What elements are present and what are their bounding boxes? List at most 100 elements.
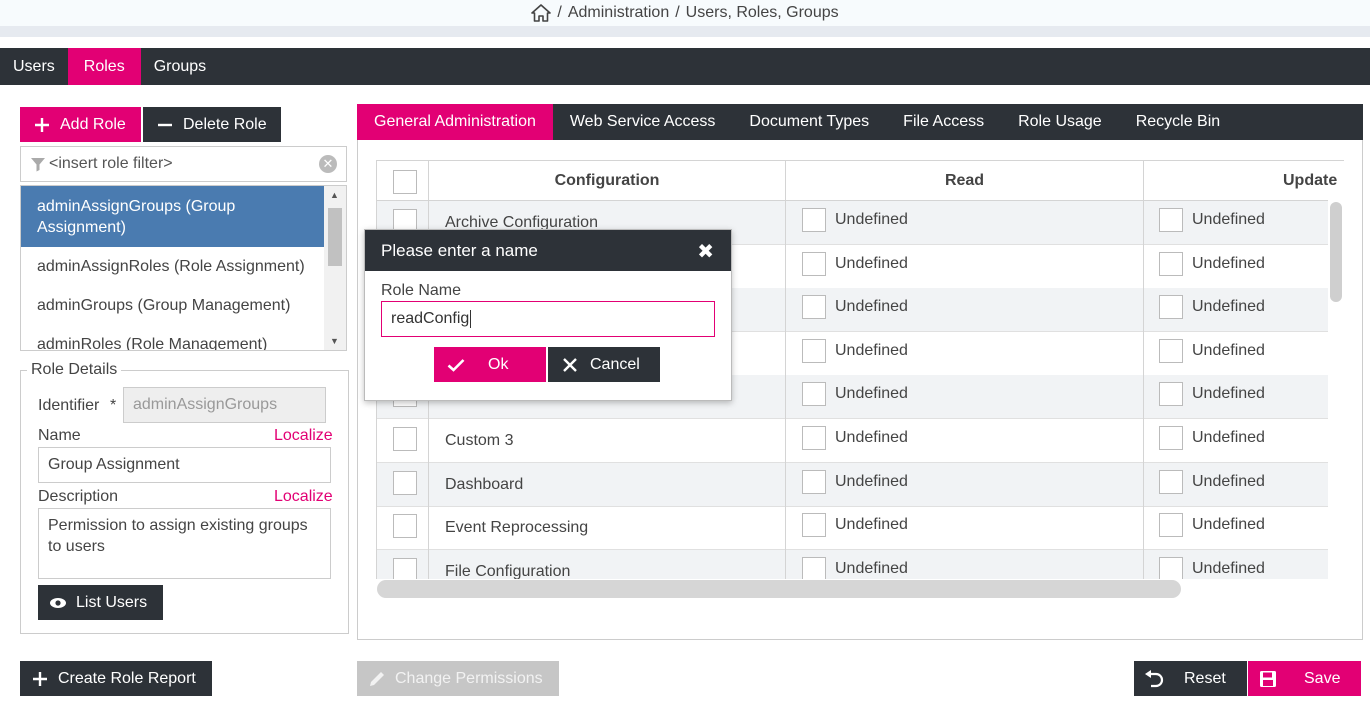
description-localize-link[interactable]: Localize bbox=[274, 488, 333, 506]
row-configuration-name: Custom 3 bbox=[445, 432, 514, 449]
role-list-item[interactable]: adminAssignRoles (Role Assignment) bbox=[21, 247, 325, 286]
pencil-icon bbox=[367, 670, 387, 688]
update-checkbox[interactable] bbox=[1159, 208, 1183, 232]
breadcrumb: / Administration / Users, Roles, Groups bbox=[531, 4, 839, 22]
read-checkbox[interactable] bbox=[802, 295, 826, 320]
update-checkbox[interactable] bbox=[1159, 295, 1183, 320]
identifier-label: Identifier bbox=[38, 397, 100, 414]
breadcrumb-current: Users, Roles, Groups bbox=[685, 4, 839, 21]
read-checkbox[interactable] bbox=[802, 208, 826, 232]
role-list-item[interactable]: adminRoles (Role Management) bbox=[21, 325, 325, 350]
main-tab-bar: Users Roles Groups bbox=[0, 48, 1370, 85]
name-field[interactable]: Group Assignment bbox=[38, 447, 331, 483]
role-details-legend: Role Details bbox=[31, 361, 118, 378]
table-row: Event Reprocessing Undefined Undefined bbox=[377, 506, 1344, 551]
update-state: Undefined bbox=[1192, 559, 1265, 577]
create-role-report-button[interactable]: Create Role Report bbox=[20, 661, 212, 696]
home-icon[interactable] bbox=[531, 4, 552, 22]
read-checkbox[interactable] bbox=[802, 382, 826, 407]
update-checkbox[interactable] bbox=[1159, 556, 1183, 579]
role-list-item[interactable]: adminGroups (Group Management) bbox=[21, 286, 325, 325]
update-checkbox[interactable] bbox=[1159, 338, 1183, 363]
save-label: Save bbox=[1304, 669, 1341, 687]
role-list-item[interactable]: adminAssignGroups (Group Assignment) bbox=[21, 186, 325, 247]
delete-role-button[interactable]: Delete Role bbox=[143, 107, 281, 142]
list-users-label: List Users bbox=[76, 593, 148, 611]
read-state: Undefined bbox=[835, 211, 908, 228]
grid-horizontal-scrollbar[interactable] bbox=[377, 580, 1181, 598]
update-checkbox[interactable] bbox=[1159, 513, 1183, 538]
ok-button[interactable]: Ok bbox=[434, 347, 546, 382]
list-users-button[interactable]: List Users bbox=[38, 585, 163, 620]
role-filter-input[interactable]: <insert role filter> bbox=[49, 155, 173, 173]
read-checkbox[interactable] bbox=[802, 251, 826, 276]
read-checkbox[interactable] bbox=[802, 556, 826, 579]
eye-icon bbox=[48, 597, 68, 609]
role-filter[interactable]: <insert role filter> ✕ bbox=[20, 146, 347, 182]
row-select-checkbox[interactable] bbox=[393, 427, 417, 451]
minus-icon bbox=[155, 117, 175, 133]
update-state: Undefined bbox=[1192, 211, 1265, 228]
identifier-field: adminAssignGroups bbox=[123, 387, 326, 423]
description-field[interactable]: Permission to assign existing groups to … bbox=[38, 508, 331, 579]
row-select-checkbox[interactable] bbox=[393, 514, 417, 539]
column-header-update[interactable]: Update bbox=[1283, 161, 1344, 201]
tab-file-access[interactable]: File Access bbox=[886, 104, 1001, 140]
update-checkbox[interactable] bbox=[1159, 382, 1183, 407]
row-select-checkbox[interactable] bbox=[393, 557, 417, 579]
read-checkbox[interactable] bbox=[802, 513, 826, 538]
tab-role-usage[interactable]: Role Usage bbox=[1001, 104, 1119, 140]
name-localize-link[interactable]: Localize bbox=[274, 427, 333, 445]
scrollbar-thumb[interactable] bbox=[1330, 202, 1342, 302]
row-select-checkbox[interactable] bbox=[393, 470, 417, 495]
read-checkbox[interactable] bbox=[802, 469, 826, 494]
update-state: Undefined bbox=[1192, 341, 1265, 359]
tab-users[interactable]: Users bbox=[0, 48, 68, 85]
update-checkbox[interactable] bbox=[1159, 251, 1183, 276]
dialog-title: Please enter a name bbox=[381, 240, 538, 260]
reset-label: Reset bbox=[1184, 669, 1226, 687]
read-state: Undefined bbox=[835, 298, 908, 316]
scroll-up-icon[interactable]: ▲ bbox=[330, 190, 339, 200]
change-permissions-button[interactable]: Change Permissions bbox=[357, 661, 559, 696]
select-all-checkbox[interactable] bbox=[393, 170, 417, 194]
role-list-scrollbar[interactable]: ▲ ▼ bbox=[324, 186, 346, 350]
table-row: File Configuration Undefined Undefined bbox=[377, 549, 1344, 579]
read-checkbox[interactable] bbox=[802, 426, 826, 450]
tab-groups[interactable]: Groups bbox=[141, 48, 219, 85]
plus-icon bbox=[32, 117, 52, 133]
scroll-down-icon[interactable]: ▼ bbox=[330, 336, 339, 346]
update-checkbox[interactable] bbox=[1159, 469, 1183, 494]
read-state: Undefined bbox=[835, 254, 908, 272]
update-checkbox[interactable] bbox=[1159, 426, 1183, 450]
tab-roles[interactable]: Roles bbox=[67, 48, 141, 85]
save-button[interactable]: Save bbox=[1248, 661, 1361, 696]
row-configuration-name: Event Reprocessing bbox=[445, 519, 589, 537]
read-state: Undefined bbox=[835, 385, 908, 403]
scrollbar-thumb[interactable] bbox=[328, 208, 342, 266]
table-row: Custom 3 Undefined Undefined bbox=[377, 419, 1344, 463]
close-icon bbox=[560, 357, 580, 372]
read-state: Undefined bbox=[835, 429, 908, 446]
description-label: Description bbox=[38, 488, 119, 505]
tab-general-administration[interactable]: General Administration bbox=[357, 104, 553, 140]
update-state: Undefined bbox=[1192, 254, 1265, 272]
name-label: Name bbox=[38, 427, 81, 444]
add-role-button[interactable]: Add Role bbox=[20, 107, 141, 142]
required-mark: * bbox=[110, 397, 117, 414]
column-header-read[interactable]: Read bbox=[786, 161, 1143, 201]
reset-button[interactable]: Reset bbox=[1134, 661, 1247, 696]
read-checkbox[interactable] bbox=[802, 338, 826, 363]
table-row: Dashboard Undefined Undefined bbox=[377, 462, 1344, 507]
clear-filter-icon[interactable]: ✕ bbox=[319, 155, 337, 173]
tab-document-types[interactable]: Document Types bbox=[732, 104, 886, 140]
tab-recycle-bin[interactable]: Recycle Bin bbox=[1119, 104, 1237, 140]
update-state: Undefined bbox=[1192, 298, 1265, 316]
grid-vertical-scrollbar[interactable] bbox=[1328, 200, 1344, 579]
tab-web-service-access[interactable]: Web Service Access bbox=[553, 104, 733, 140]
breadcrumb-administration[interactable]: Administration bbox=[568, 4, 669, 22]
role-name-input[interactable]: readConfig bbox=[381, 301, 715, 337]
close-icon[interactable]: ✖ bbox=[697, 239, 714, 264]
column-header-configuration[interactable]: Configuration bbox=[429, 161, 785, 201]
cancel-button[interactable]: Cancel bbox=[548, 347, 660, 382]
